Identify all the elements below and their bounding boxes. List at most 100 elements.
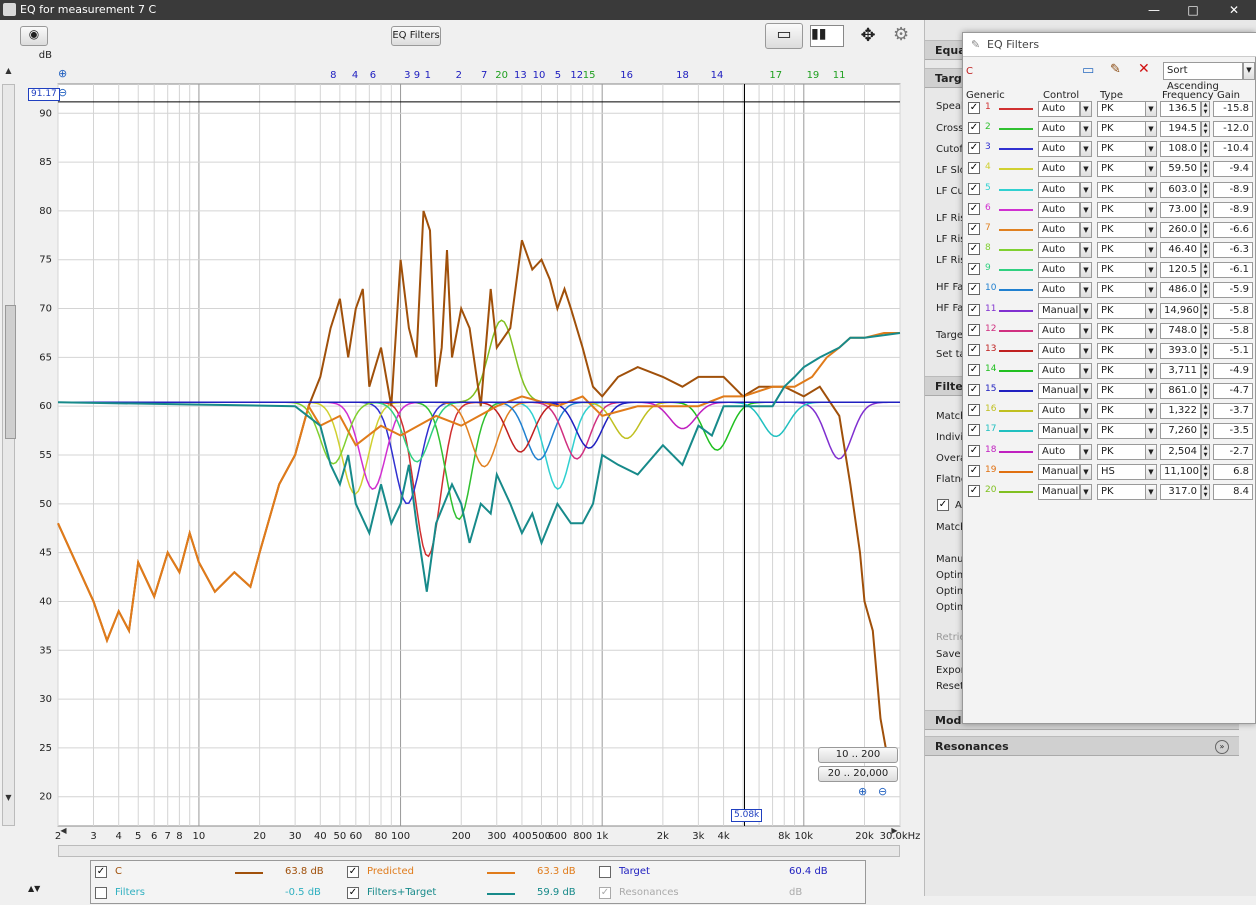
filter-type-select[interactable]: PK <box>1097 141 1147 158</box>
legend-checkbox[interactable] <box>599 866 611 878</box>
type-dropdown-arrow[interactable]: ▼ <box>1145 181 1157 198</box>
close-button[interactable]: ✕ <box>1224 2 1244 18</box>
filter-gain-input[interactable]: -5.8 <box>1213 322 1253 339</box>
type-dropdown-arrow[interactable]: ▼ <box>1145 463 1157 480</box>
legend-checkbox[interactable]: ✓ <box>599 887 611 899</box>
filter-gain-input[interactable]: -5.1 <box>1213 342 1253 359</box>
frequency-spinner[interactable]: ▲ ▼ <box>1201 242 1210 259</box>
filter-frequency-input[interactable]: 194.5 <box>1160 121 1201 138</box>
delete-icon[interactable]: ✕ <box>1138 61 1150 77</box>
control-dropdown-arrow[interactable]: ▼ <box>1080 342 1092 359</box>
frequency-spinner[interactable]: ▲ ▼ <box>1201 101 1210 117</box>
filter-control-select[interactable]: Auto <box>1038 201 1080 218</box>
minimize-button[interactable]: — <box>1144 2 1164 18</box>
legend-checkbox[interactable]: ✓ <box>347 866 359 878</box>
filter-enable-checkbox[interactable]: ✓ <box>968 323 980 336</box>
filter-enable-checkbox[interactable]: ✓ <box>968 283 980 296</box>
filter-enable-checkbox[interactable]: ✓ <box>968 404 980 417</box>
filter-gain-input[interactable]: -8.9 <box>1213 181 1253 198</box>
sort-select[interactable]: Sort Ascending <box>1163 62 1243 92</box>
frequency-spinner[interactable]: ▲ ▼ <box>1201 403 1210 420</box>
filter-control-select[interactable]: Auto <box>1038 342 1080 359</box>
filter-type-select[interactable]: PK <box>1097 121 1147 138</box>
filter-gain-input[interactable]: -4.7 <box>1213 383 1253 400</box>
filter-gain-input[interactable]: 6.8 <box>1213 463 1253 480</box>
filter-enable-checkbox[interactable]: ✓ <box>968 424 980 437</box>
filter-control-select[interactable]: Manual <box>1038 463 1080 480</box>
type-dropdown-arrow[interactable]: ▼ <box>1145 101 1157 117</box>
type-dropdown-arrow[interactable]: ▼ <box>1145 242 1157 259</box>
scroll-down-arrow[interactable]: ▼ <box>3 793 14 803</box>
filter-enable-checkbox[interactable]: ✓ <box>968 484 980 497</box>
scroll-right-arrow[interactable]: ▶ <box>889 826 900 836</box>
filter-gain-input[interactable]: -2.7 <box>1213 443 1253 460</box>
filter-frequency-input[interactable]: 748.0 <box>1160 322 1201 339</box>
filter-enable-checkbox[interactable]: ✓ <box>968 122 980 135</box>
filter-type-select[interactable]: PK <box>1097 403 1147 420</box>
filter-gain-input[interactable]: -5.8 <box>1213 302 1253 319</box>
type-dropdown-arrow[interactable]: ▼ <box>1145 362 1157 379</box>
control-dropdown-arrow[interactable]: ▼ <box>1080 161 1092 178</box>
filter-control-select[interactable]: Auto <box>1038 101 1080 117</box>
filter-enable-checkbox[interactable]: ✓ <box>968 384 980 397</box>
filter-enable-checkbox[interactable]: ✓ <box>968 263 980 276</box>
type-dropdown-arrow[interactable]: ▼ <box>1145 342 1157 359</box>
type-dropdown-arrow[interactable]: ▼ <box>1145 443 1157 460</box>
type-dropdown-arrow[interactable]: ▼ <box>1145 262 1157 279</box>
filter-gain-input[interactable]: -4.9 <box>1213 362 1253 379</box>
filter-type-select[interactable]: PK <box>1097 302 1147 319</box>
frequency-spinner[interactable]: ▲ ▼ <box>1201 423 1210 440</box>
filter-frequency-input[interactable]: 108.0 <box>1160 141 1201 158</box>
type-dropdown-arrow[interactable]: ▼ <box>1145 221 1157 238</box>
frequency-spinner[interactable]: ▲ ▼ <box>1201 362 1210 379</box>
filter-frequency-input[interactable]: 317.0 <box>1160 483 1201 500</box>
zoom-out-x-icon[interactable]: ⊖ <box>878 785 887 798</box>
filter-frequency-input[interactable]: 73.00 <box>1160 201 1201 218</box>
filter-control-select[interactable]: Manual <box>1038 483 1080 500</box>
control-dropdown-arrow[interactable]: ▼ <box>1080 262 1092 279</box>
filter-frequency-input[interactable]: 861.0 <box>1160 383 1201 400</box>
filter-enable-checkbox[interactable]: ✓ <box>968 464 980 477</box>
frequency-spinner[interactable]: ▲ ▼ <box>1201 201 1210 218</box>
frequency-spinner[interactable]: ▲ ▼ <box>1201 463 1210 480</box>
frequency-spinner[interactable]: ▲ ▼ <box>1201 443 1210 460</box>
sort-select-arrow[interactable]: ▼ <box>1243 62 1255 80</box>
frequency-spinner[interactable]: ▲ ▼ <box>1201 181 1210 198</box>
frequency-spinner[interactable]: ▲ ▼ <box>1201 282 1210 299</box>
frequency-spinner[interactable]: ▲ ▼ <box>1201 161 1210 178</box>
filter-control-select[interactable]: Auto <box>1038 161 1080 178</box>
range-20-20000-button[interactable]: 20 .. 20,000 <box>818 766 898 782</box>
filter-gain-input[interactable]: -15.8 <box>1213 101 1253 117</box>
control-dropdown-arrow[interactable]: ▼ <box>1080 181 1092 198</box>
filter-frequency-input[interactable]: 14,960 <box>1160 302 1201 319</box>
legend-checkbox[interactable]: ✓ <box>347 887 359 899</box>
control-dropdown-arrow[interactable]: ▼ <box>1080 282 1092 299</box>
filter-enable-checkbox[interactable]: ✓ <box>968 444 980 457</box>
frequency-spinner[interactable]: ▲ ▼ <box>1201 262 1210 279</box>
legend-checkbox[interactable] <box>95 887 107 899</box>
filter-frequency-input[interactable]: 260.0 <box>1160 221 1201 238</box>
frequency-spinner[interactable]: ▲ ▼ <box>1201 141 1210 158</box>
filter-type-select[interactable]: HS <box>1097 463 1147 480</box>
legend-checkbox[interactable]: ✓ <box>95 866 107 878</box>
filter-gain-input[interactable]: -9.4 <box>1213 161 1253 178</box>
filter-type-select[interactable]: PK <box>1097 383 1147 400</box>
control-dropdown-arrow[interactable]: ▼ <box>1080 242 1092 259</box>
type-dropdown-arrow[interactable]: ▼ <box>1145 423 1157 440</box>
filter-type-select[interactable]: PK <box>1097 282 1147 299</box>
control-dropdown-arrow[interactable]: ▼ <box>1080 201 1092 218</box>
scroll-up-arrow[interactable]: ▲ <box>3 66 14 76</box>
frequency-spinner[interactable]: ▲ ▼ <box>1201 383 1210 400</box>
filter-frequency-input[interactable]: 393.0 <box>1160 342 1201 359</box>
type-dropdown-arrow[interactable]: ▼ <box>1145 403 1157 420</box>
frequency-response-chart[interactable]: 908580757065605550454035302520dB2 3 4 5 6 7 8 1… <box>0 20 922 840</box>
control-dropdown-arrow[interactable]: ▼ <box>1080 141 1092 158</box>
filter-type-select[interactable]: PK <box>1097 362 1147 379</box>
filter-type-select[interactable]: PK <box>1097 342 1147 359</box>
filter-control-select[interactable]: Auto <box>1038 141 1080 158</box>
type-dropdown-arrow[interactable]: ▼ <box>1145 302 1157 319</box>
panel-section-header[interactable]: Resonances <box>925 736 1239 756</box>
collapse-arrow-icon[interactable]: ▲▼ <box>28 884 40 893</box>
type-dropdown-arrow[interactable]: ▼ <box>1145 383 1157 400</box>
filter-control-select[interactable]: Manual <box>1038 302 1080 319</box>
